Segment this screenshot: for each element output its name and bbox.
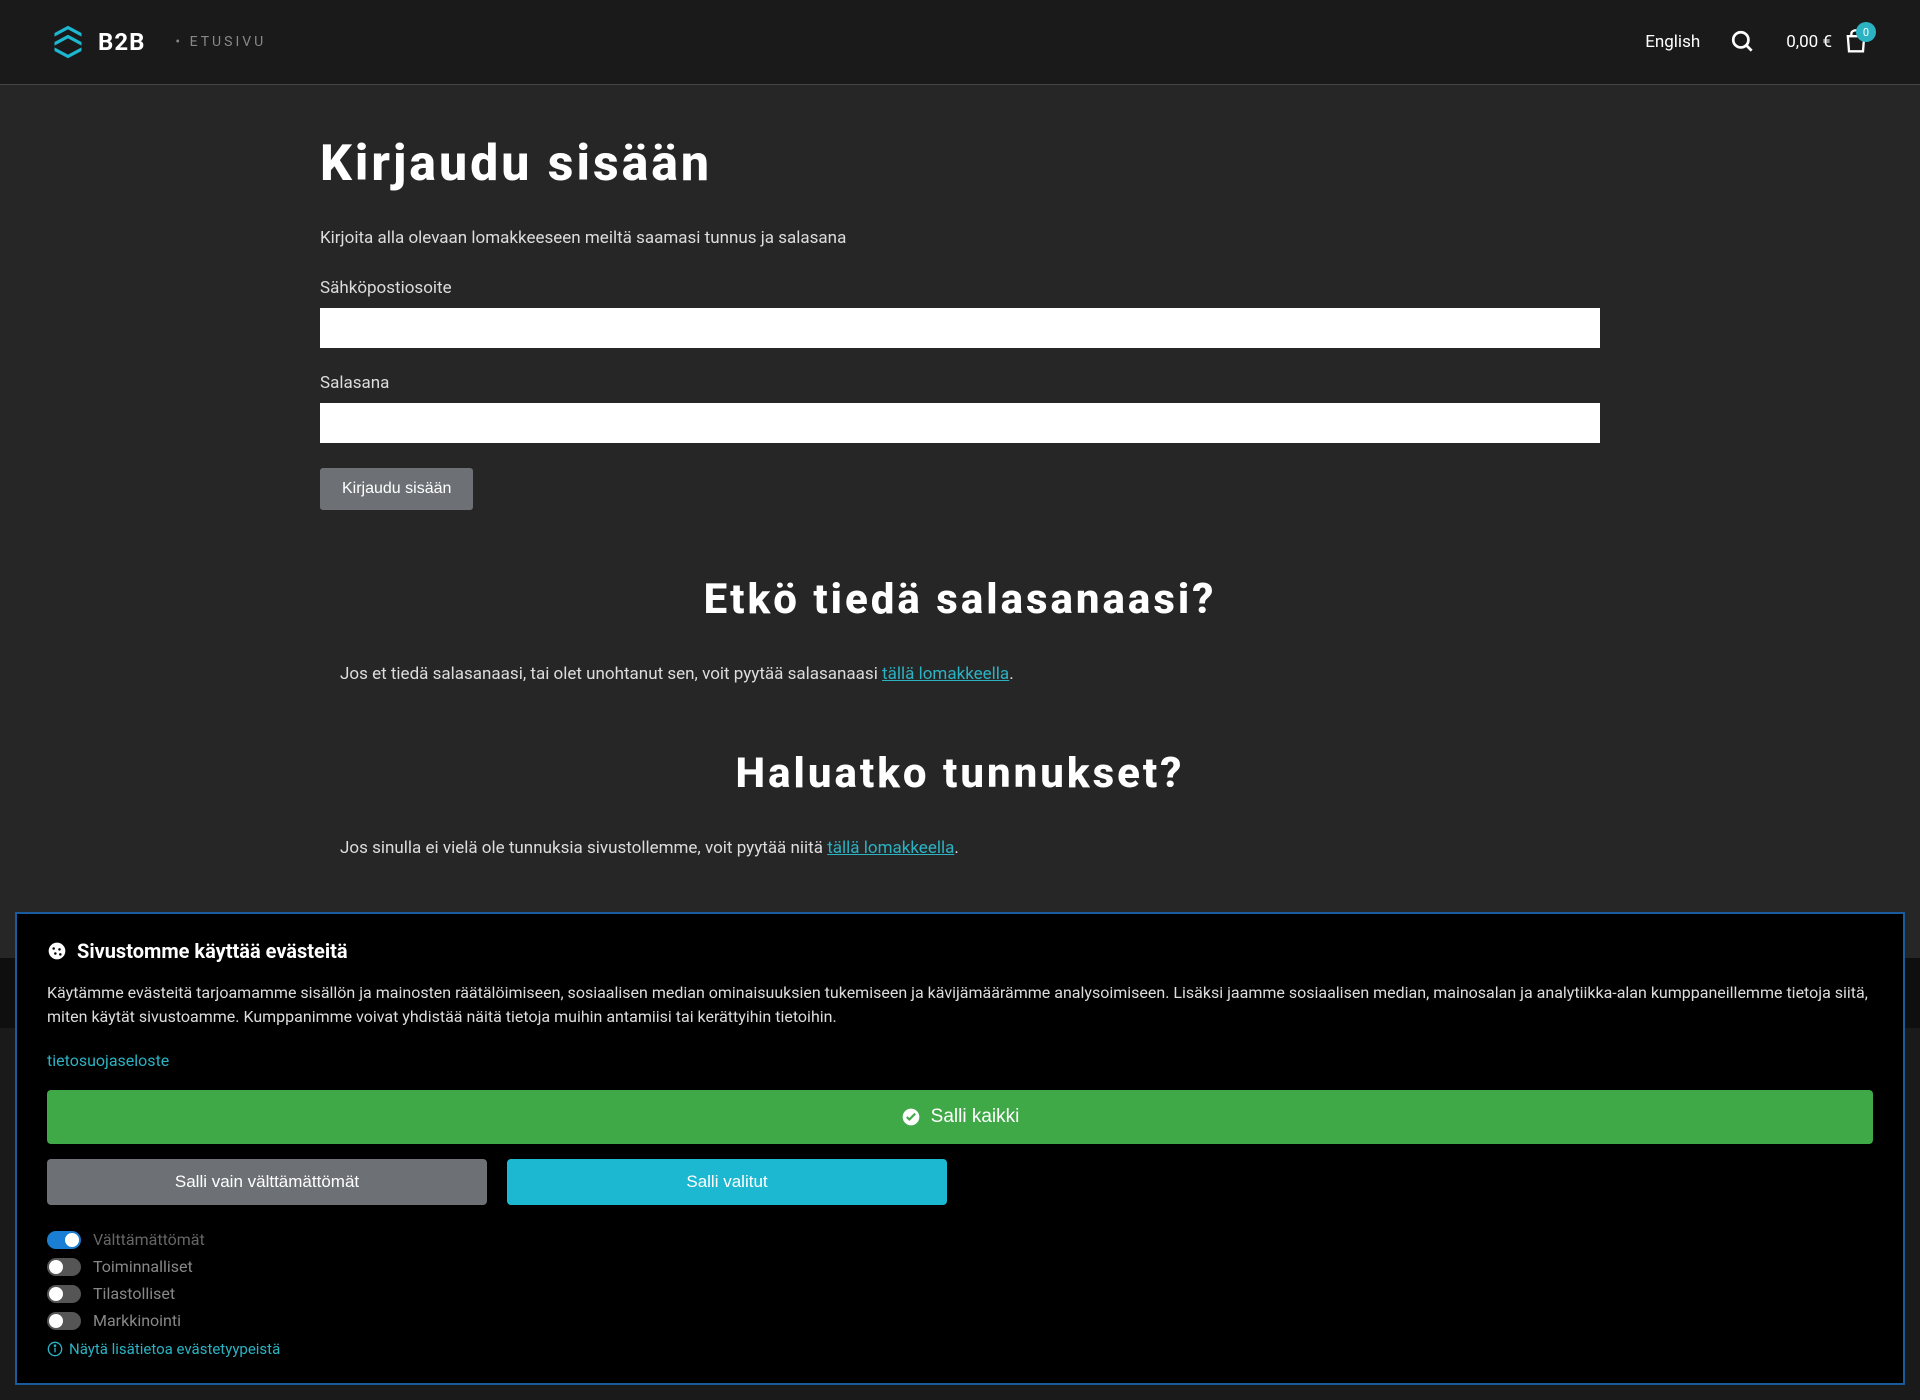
- logo[interactable]: B2B: [50, 24, 145, 60]
- check-circle-icon: [901, 1107, 921, 1127]
- logo-icon: [50, 24, 86, 60]
- cart-price: 0,00 €: [1786, 32, 1832, 52]
- allow-necessary-button[interactable]: Salli vain välttämättömät: [47, 1159, 487, 1205]
- login-section: Kirjaudu sisään Kirjoita alla olevaan lo…: [320, 135, 1600, 858]
- register-link[interactable]: tällä lomakkeella: [827, 838, 954, 858]
- cart-badge: 0: [1856, 22, 1876, 42]
- forgot-password-link[interactable]: tällä lomakkeella: [882, 664, 1009, 684]
- logo-text: B2B: [98, 28, 145, 56]
- login-subtitle: Kirjoita alla olevaan lomakkeeseen meilt…: [320, 228, 1600, 248]
- toggle-functional[interactable]: [47, 1258, 81, 1276]
- language-link[interactable]: English: [1645, 32, 1700, 52]
- toggle-functional-label: Toiminnalliset: [93, 1257, 193, 1276]
- cookie-details-link[interactable]: Näytä lisätietoa evästetyypeistä: [47, 1340, 1873, 1358]
- toggle-statistical-row: Tilastolliset: [47, 1284, 1873, 1303]
- cookie-title: Sivustomme käyttää evästeitä: [47, 939, 1873, 963]
- toggle-statistical[interactable]: [47, 1285, 81, 1303]
- toggle-marketing[interactable]: [47, 1312, 81, 1330]
- cookie-banner: Sivustomme käyttää evästeitä Käytämme ev…: [15, 912, 1905, 1385]
- info-icon: [47, 1341, 63, 1357]
- password-field[interactable]: [320, 403, 1600, 443]
- toggle-functional-row: Toiminnalliset: [47, 1257, 1873, 1276]
- password-label: Salasana: [320, 373, 1600, 393]
- header-left: B2B ETUSIVU: [50, 24, 266, 60]
- toggle-necessary[interactable]: [47, 1231, 81, 1249]
- nav-home[interactable]: ETUSIVU: [175, 34, 266, 50]
- cookie-text: Käytämme evästeitä tarjoamamme sisällön …: [47, 981, 1873, 1029]
- allow-all-button[interactable]: Salli kaikki: [47, 1090, 1873, 1144]
- toggle-necessary-row: Välttämättömät: [47, 1230, 1873, 1249]
- forgot-password-text: Jos et tiedä salasanaasi, tai olet unoht…: [320, 664, 1600, 684]
- forgot-password-title: Etkö tiedä salasanaasi?: [320, 575, 1600, 624]
- email-label: Sähköpostiosoite: [320, 278, 1600, 298]
- cookie-button-row: Salli vain välttämättömät Salli valitut: [47, 1159, 1873, 1205]
- toggle-necessary-label: Välttämättömät: [93, 1230, 205, 1249]
- search-icon[interactable]: [1730, 29, 1756, 55]
- toggle-marketing-label: Markkinointi: [93, 1311, 181, 1330]
- email-field[interactable]: [320, 308, 1600, 348]
- header: B2B ETUSIVU English 0,00 € 0: [0, 0, 1920, 85]
- header-right: English 0,00 € 0: [1645, 28, 1870, 56]
- cart-button[interactable]: 0,00 € 0: [1786, 28, 1870, 56]
- toggle-statistical-label: Tilastolliset: [93, 1284, 175, 1303]
- main-content: Kirjaudu sisään Kirjoita alla olevaan lo…: [0, 85, 1920, 958]
- register-title: Haluatko tunnukset?: [320, 749, 1600, 798]
- register-text: Jos sinulla ei vielä ole tunnuksia sivus…: [320, 838, 1600, 858]
- login-title: Kirjaudu sisään: [320, 135, 1600, 193]
- toggle-marketing-row: Markkinointi: [47, 1311, 1873, 1330]
- cookie-icon: [47, 941, 67, 961]
- allow-selected-button[interactable]: Salli valitut: [507, 1159, 947, 1205]
- login-button[interactable]: Kirjaudu sisään: [320, 468, 473, 510]
- privacy-link[interactable]: tietosuojaseloste: [47, 1051, 1873, 1070]
